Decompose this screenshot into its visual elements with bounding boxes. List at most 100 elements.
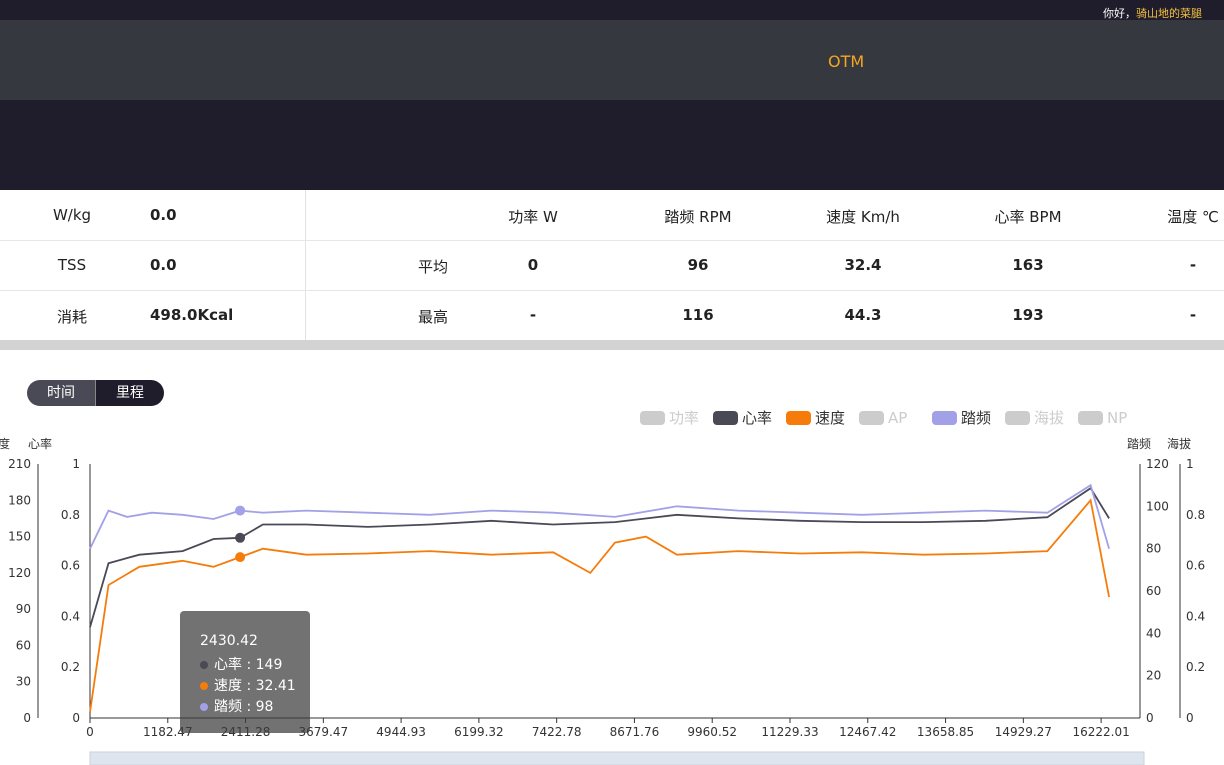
series-marker: [235, 532, 246, 543]
top-bar: 你好，骑山地的菜腿: [0, 0, 1224, 20]
tooltip-name: 心率: [214, 657, 242, 673]
tick-label-cadence: 80: [1146, 542, 1161, 556]
x-tick-label: 16222.01: [1072, 725, 1129, 739]
tooltip-name: 踏频: [214, 699, 242, 715]
legend-swatch: [1005, 411, 1030, 425]
col-header-power: 功率 W: [508, 208, 558, 226]
legend-label: 海拔: [1034, 409, 1064, 427]
section-divider: [0, 340, 1224, 350]
avg-power: 0: [527, 256, 539, 274]
tick-label-hr: 0: [72, 711, 80, 725]
tick-label-cadence: 120: [1146, 457, 1169, 471]
x-tick-label: 0: [86, 725, 94, 739]
stat-label: W/kg: [52, 206, 92, 224]
x-tick-label: 11229.33: [761, 725, 818, 739]
tick-label-cadence: 0: [1146, 711, 1154, 725]
greeting: 你好，骑山地的菜腿: [1103, 5, 1202, 21]
tick-label-speed: 30: [16, 675, 31, 689]
legend-label: 心率: [742, 409, 772, 427]
stat-label: TSS: [57, 256, 87, 274]
col-header-hr: 心率 BPM: [994, 208, 1062, 226]
row-label-max: 最高: [418, 308, 449, 326]
axis-name-alt: 海拔: [1167, 436, 1191, 451]
nav-bar: OTM: [0, 20, 1224, 100]
legend-item[interactable]: NP: [1078, 409, 1127, 427]
legend-item[interactable]: 功率: [640, 409, 699, 427]
username-link[interactable]: 骑山地的菜腿: [1136, 7, 1202, 20]
tick-label-alt: 0.6: [1186, 559, 1205, 573]
tick-label-speed: 210: [8, 457, 31, 471]
stat-value: 0.0: [150, 206, 177, 224]
tick-label-alt: 0: [1186, 711, 1194, 725]
tooltip-row: 踏频 : 98: [200, 696, 273, 716]
max-cadence: 116: [682, 306, 714, 324]
tooltip-value: 32.41: [255, 678, 296, 694]
col-header-cadence: 踏频 RPM: [664, 208, 732, 226]
axis-name-cadence: 踏频: [1127, 437, 1151, 451]
x-tick-label: 6199.32: [454, 725, 504, 739]
tooltip-dot: [200, 661, 208, 669]
greeting-text: 你好，: [1103, 7, 1136, 20]
tick-label-speed: 90: [16, 602, 31, 616]
stat-value: 498.0Kcal: [150, 306, 234, 324]
stat-label: 消耗: [56, 308, 87, 326]
max-temp: -: [1189, 306, 1197, 324]
tick-label-hr: 1: [72, 457, 80, 471]
tick-label-cadence: 40: [1146, 626, 1161, 640]
axis-name-speed: 度: [0, 436, 10, 451]
avg-cadence: 96: [687, 256, 709, 274]
tooltip-row: 心率 : 149: [200, 654, 282, 674]
series-marker: [235, 505, 246, 516]
col-header-temp: 温度 ℃: [1167, 208, 1219, 226]
legend-swatch: [859, 411, 884, 425]
legend-item[interactable]: 踏频: [932, 409, 991, 427]
legend-item[interactable]: AP: [859, 409, 907, 427]
legend-label: 速度: [815, 409, 845, 427]
chart-tooltip: 2430.42 心率 : 149 速度 : 32.41 踏频 : 98: [180, 611, 310, 733]
tick-label-hr: 0.4: [61, 609, 80, 623]
tooltip-dot: [200, 703, 208, 711]
tooltip-name: 速度: [214, 678, 242, 694]
legend-label: 踏频: [961, 409, 991, 427]
legend-swatch: [640, 411, 665, 425]
tick-label-hr: 0.2: [61, 660, 80, 674]
legend-label: NP: [1107, 409, 1127, 427]
series-marker: [235, 552, 246, 563]
legend-item[interactable]: 海拔: [1005, 409, 1064, 427]
tooltip-row: 速度 : 32.41: [200, 675, 296, 695]
legend-item[interactable]: 速度: [786, 409, 845, 427]
max-speed: 44.3: [844, 306, 882, 324]
legend-swatch: [786, 411, 811, 425]
tick-label-cadence: 100: [1146, 499, 1169, 513]
tick-label-speed: 180: [8, 493, 31, 507]
x-tick-label: 7422.78: [532, 725, 582, 739]
max-power: -: [529, 306, 537, 324]
summary-panel: W/kg 0.0 功率 W 踏频 RPM 速度 Km/h 心率 BPM 温度 ℃…: [0, 190, 1224, 340]
x-tick-label: 12467.42: [839, 725, 896, 739]
stat-value: 0.0: [150, 256, 177, 274]
tick-label-hr: 0.6: [61, 559, 80, 573]
x-tick-label: 13658.85: [917, 725, 974, 739]
col-header-speed: 速度 Km/h: [826, 208, 900, 226]
tooltip-value: 149: [255, 657, 283, 673]
tick-label-hr: 0.8: [61, 508, 80, 522]
summary-row-max: 消耗 498.0Kcal 最高 - 116 44.3 193 -: [0, 290, 1224, 340]
legend-label: AP: [888, 409, 907, 427]
avg-speed: 32.4: [844, 256, 882, 274]
zoom-slider: [89, 751, 1145, 765]
banner: [0, 100, 1224, 190]
tick-label-speed: 150: [8, 530, 31, 544]
legend-swatch: [713, 411, 738, 425]
summary-row-avg: TSS 0.0 平均 0 96 32.4 163 -: [0, 240, 1224, 291]
x-tick-label: 4944.93: [376, 725, 426, 739]
tooltip-dot: [200, 682, 208, 690]
x-tick-label: 14929.27: [995, 725, 1052, 739]
nav-title[interactable]: OTM: [828, 52, 864, 71]
legend-swatch: [1078, 411, 1103, 425]
summary-row-header: W/kg 0.0 功率 W 踏频 RPM 速度 Km/h 心率 BPM 温度 ℃: [0, 190, 1224, 241]
x-tick-label: 9960.52: [687, 725, 737, 739]
avg-hr: 163: [1012, 256, 1044, 274]
tick-label-speed: 120: [8, 566, 31, 580]
legend-item[interactable]: 心率: [713, 409, 772, 427]
legend-swatch: [932, 411, 957, 425]
